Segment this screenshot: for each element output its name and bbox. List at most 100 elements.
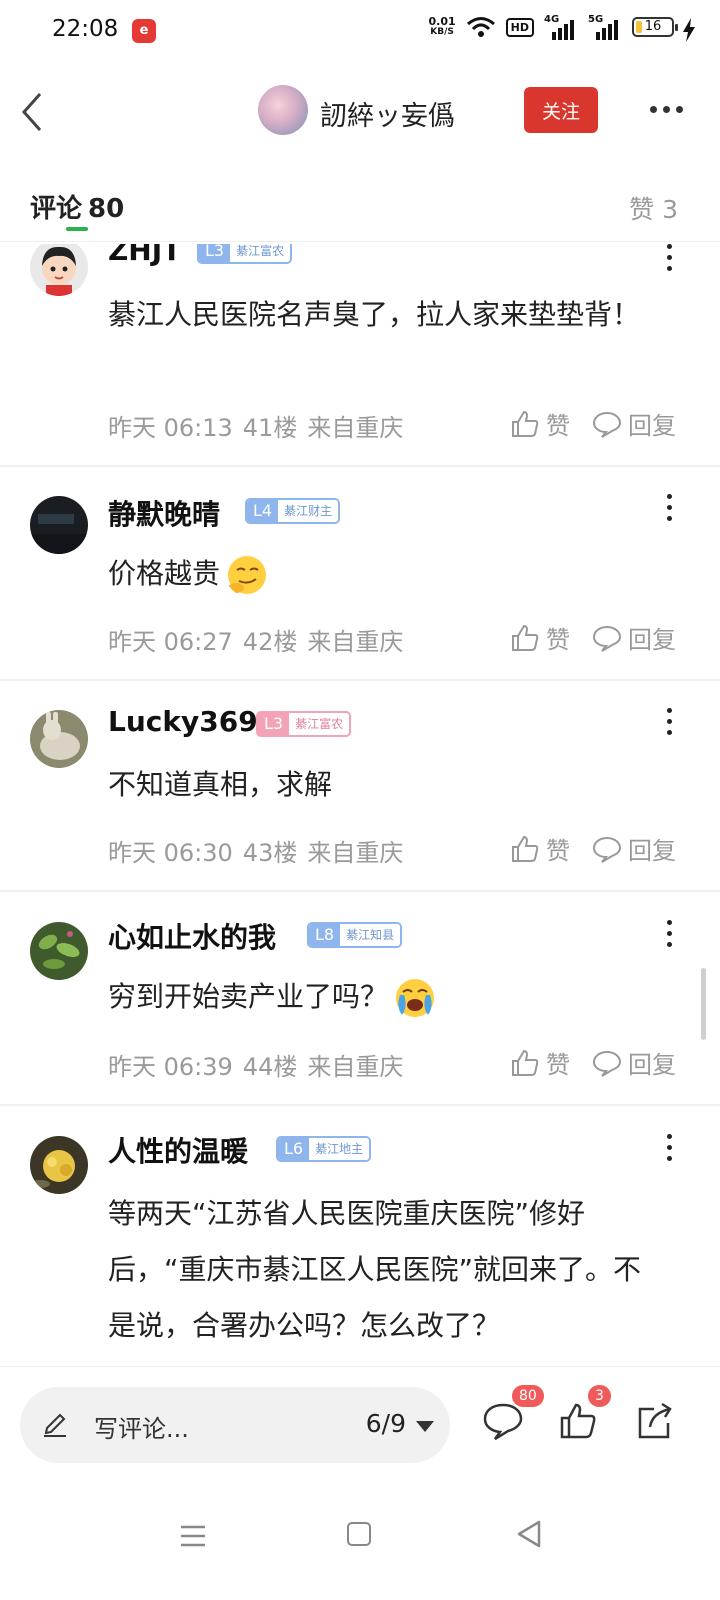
comment-location: 来自重庆 xyxy=(307,1053,404,1081)
charging-icon xyxy=(683,18,695,42)
comment-floor: 43楼 xyxy=(242,839,298,867)
thumbs-up-icon xyxy=(512,624,539,651)
post-header: 訒綷ッ妄僞 关注 xyxy=(0,70,720,150)
smirk-emoji-icon xyxy=(228,556,267,594)
pencil-icon xyxy=(44,1413,66,1437)
level-title: 綦江财主 xyxy=(278,500,339,522)
commenter-avatar[interactable] xyxy=(30,1136,88,1194)
write-comment-input[interactable]: 写评论... 6/9 xyxy=(20,1387,450,1463)
comment-tabs: 评论 80 赞 3 xyxy=(0,170,720,242)
like-label: 赞 xyxy=(546,837,570,865)
reply-bubble-icon xyxy=(592,625,622,652)
comment-meta: 昨天 06:30 43楼 来自重庆 xyxy=(108,833,413,868)
status-bar: 22:08 e 0.01 KB/S HD 4G 5G 16 xyxy=(0,0,720,62)
reply-button[interactable]: 回复 xyxy=(592,1045,676,1080)
system-nav-bar xyxy=(0,1480,720,1600)
tab-comments[interactable]: 评论 80 xyxy=(30,188,124,225)
comment-item: 人性的温暖 L6 綦江地主 等两天“江苏省人民医院重庆医院”修好后，“重庆市綦江区… xyxy=(0,1106,720,1366)
comment-text-row: 价格越贵 xyxy=(108,547,668,601)
commenter-avatar[interactable] xyxy=(30,244,88,296)
level-title: 綦江富农 xyxy=(230,244,291,262)
level-badge: L6 綦江地主 xyxy=(276,1136,372,1162)
level-label: L4 xyxy=(247,500,279,522)
level-badge: L3 綦江富农 xyxy=(256,711,352,737)
commenter-name[interactable]: 静默晚晴 xyxy=(108,493,220,533)
recent-apps-icon[interactable] xyxy=(180,1524,206,1548)
active-tab-indicator xyxy=(66,227,88,231)
reply-label: 回复 xyxy=(628,1051,676,1079)
comment-meta: 昨天 06:13 41楼 来自重庆 xyxy=(108,408,413,443)
home-icon[interactable] xyxy=(347,1522,371,1546)
comment-location: 来自重庆 xyxy=(307,414,404,442)
tab-comments-count: 80 xyxy=(88,194,125,224)
like-count-badge: 3 xyxy=(588,1385,611,1407)
bottom-action-bar: 写评论... 6/9 80 3 xyxy=(0,1366,720,1480)
comment-list: ZHJT L3 綦江富农 綦江人民医院名声臭了，拉人家来垫垫背！ 昨天 06:13… xyxy=(0,244,720,1366)
comment-text: 不知道真相，求解 xyxy=(108,768,333,801)
like-label: 赞 xyxy=(546,626,570,654)
page-dropdown-icon[interactable] xyxy=(416,1421,434,1432)
reply-label: 回复 xyxy=(628,412,676,440)
commenter-avatar[interactable] xyxy=(30,710,88,768)
like-button[interactable]: 赞 xyxy=(510,1045,570,1080)
network-speed-value: 0.01 xyxy=(428,15,456,28)
scrolled-content-edge xyxy=(0,152,720,164)
like-button[interactable]: 赞 xyxy=(510,406,570,441)
comment-item: 心如止水的我 L8 綦江知县 穷到开始卖产业了吗？ 昨天 06:39 44楼 来自重庆… xyxy=(0,892,720,1106)
reply-label: 回复 xyxy=(628,626,676,654)
commenter-name[interactable]: ZHJT xyxy=(108,244,181,267)
comment-actions: 赞 回复 xyxy=(510,831,676,866)
comment-item: Lucky369 L3 綦江富农 不知道真相，求解 昨天 06:30 43楼 来自重庆… xyxy=(0,681,720,892)
like-label: 赞 xyxy=(546,412,570,440)
commenter-name[interactable]: 人性的温暖 xyxy=(108,1130,248,1170)
more-options-icon[interactable] xyxy=(650,106,683,113)
thumbs-up-icon xyxy=(512,1049,539,1076)
commenter-name[interactable]: 心如止水的我 xyxy=(108,916,276,956)
comment-floor: 42楼 xyxy=(242,628,298,656)
commenter-name[interactable]: Lucky369 xyxy=(108,705,258,738)
comment-location: 来自重庆 xyxy=(307,839,404,867)
comment-more-icon[interactable] xyxy=(664,244,674,271)
level-badge: L4 綦江财主 xyxy=(245,498,341,524)
hd-voice-icon: HD xyxy=(505,17,534,37)
like-label: 赞 xyxy=(546,1051,570,1079)
comment-icon[interactable] xyxy=(482,1401,524,1441)
author-avatar[interactable] xyxy=(258,85,308,135)
share-icon[interactable] xyxy=(634,1401,674,1441)
page-indicator[interactable]: 6/9 xyxy=(366,1409,406,1438)
reply-bubble-icon xyxy=(592,836,622,863)
comment-text-row: 穷到开始卖产业了吗？ xyxy=(108,970,668,1024)
tab-likes[interactable]: 赞 3 xyxy=(629,190,678,226)
comment-more-icon[interactable] xyxy=(664,920,674,947)
battery-level: 16 xyxy=(644,19,662,34)
author-name[interactable]: 訒綷ッ妄僞 xyxy=(320,94,455,133)
signal-icon-2: 5G xyxy=(588,14,622,40)
comment-text: 等两天“江苏省人民医院重庆医院”修好后，“重庆市綦江区人民医院”就回来了。不是说… xyxy=(108,1197,642,1342)
reply-button[interactable]: 回复 xyxy=(592,831,676,866)
comment-item: ZHJT L3 綦江富农 綦江人民医院名声臭了，拉人家来垫垫背！ 昨天 06:13… xyxy=(0,244,720,467)
follow-button[interactable]: 关注 xyxy=(524,87,598,133)
like-button[interactable]: 赞 xyxy=(510,620,570,655)
level-title: 綦江地主 xyxy=(309,1138,370,1160)
like-button[interactable]: 赞 xyxy=(510,831,570,866)
comment-more-icon[interactable] xyxy=(664,494,674,521)
reply-button[interactable]: 回复 xyxy=(592,620,676,655)
back-arrow-icon[interactable] xyxy=(18,90,48,134)
wifi-icon xyxy=(466,17,495,37)
comment-time: 昨天 06:30 xyxy=(108,839,233,867)
status-icons: 0.01 KB/S HD 4G 5G 16 xyxy=(428,14,678,40)
comment-time: 昨天 06:39 xyxy=(108,1053,233,1081)
scrollbar-thumb[interactable] xyxy=(701,968,706,1040)
like-icon[interactable] xyxy=(558,1401,598,1441)
crying-emoji-icon xyxy=(396,979,435,1017)
reply-button[interactable]: 回复 xyxy=(592,406,676,441)
commenter-avatar[interactable] xyxy=(30,922,88,980)
level-label: L6 xyxy=(278,1138,310,1160)
comment-more-icon[interactable] xyxy=(664,708,674,735)
signal-icon: 4G xyxy=(544,14,578,40)
system-back-icon[interactable] xyxy=(516,1520,542,1548)
comment-text: 穷到开始卖产业了吗？ xyxy=(108,980,389,1013)
tab-comments-label: 评论 xyxy=(30,194,83,224)
comment-more-icon[interactable] xyxy=(664,1134,674,1161)
commenter-avatar[interactable] xyxy=(30,496,88,554)
